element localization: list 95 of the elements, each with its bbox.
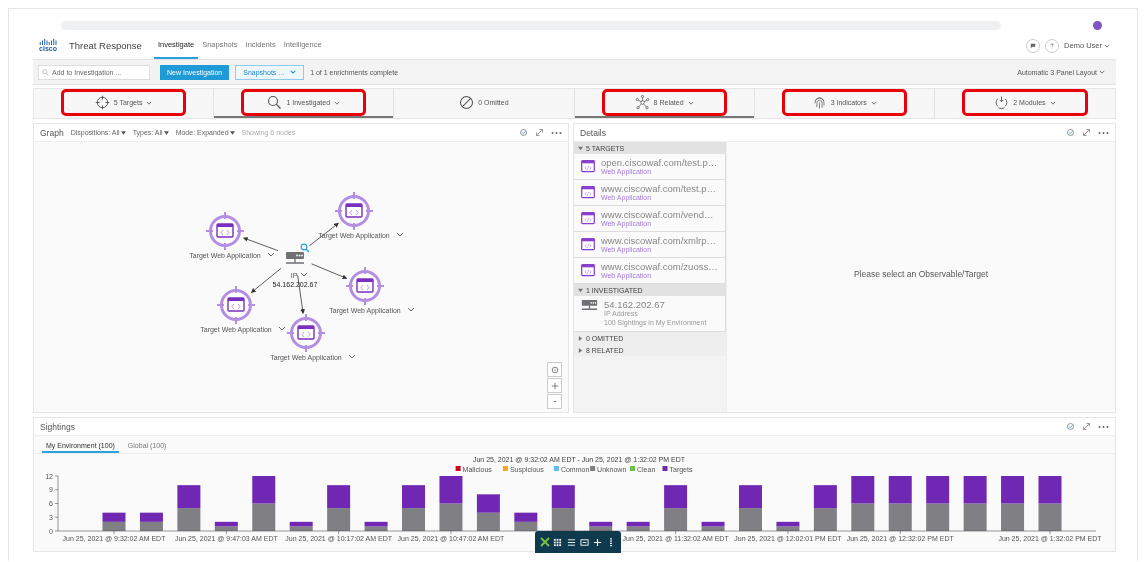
chart-bar — [1038, 476, 1062, 504]
avatar-icon[interactable] — [1093, 21, 1102, 30]
chevron-icon[interactable] — [407, 307, 415, 312]
prohibited-icon — [459, 95, 475, 110]
more-icon[interactable] — [1098, 424, 1109, 429]
target-icon[interactable] — [345, 266, 385, 306]
chart-bar — [1001, 503, 1025, 531]
search-icon[interactable] — [300, 243, 310, 253]
target-icon[interactable] — [286, 313, 326, 353]
chart-bar — [739, 485, 762, 509]
x-logo-icon[interactable] — [539, 536, 551, 548]
server-icon — [581, 299, 598, 311]
chart-bar — [327, 508, 351, 531]
item-title: www.ciscowaf.com/vend… — [601, 209, 714, 220]
chart-bar — [177, 508, 201, 531]
more-icon[interactable] — [1098, 130, 1109, 135]
chart-bar — [139, 512, 163, 522]
expand-icon[interactable] — [1082, 422, 1091, 431]
item-title: 54.162.202.67 — [604, 299, 666, 310]
chevron-icon[interactable] — [300, 272, 308, 277]
fingerprint-icon — [811, 95, 827, 110]
plus-icon[interactable] — [592, 536, 604, 548]
chart-bar — [664, 485, 688, 509]
chart-bar — [813, 508, 837, 531]
chevron-icon[interactable] — [348, 354, 356, 359]
item-title: www.ciscowaf.com/zuoss… — [601, 261, 718, 272]
circle-dot-icon — [550, 365, 559, 374]
web-application-icon — [581, 264, 595, 277]
target-icon[interactable] — [216, 285, 256, 325]
chart-bar — [664, 508, 688, 531]
chart-bar — [926, 503, 950, 531]
target-icon[interactable] — [205, 211, 245, 251]
chart-bar — [177, 485, 201, 509]
grid-icon[interactable] — [552, 536, 564, 548]
search-icon — [42, 68, 49, 76]
empty-message: Please select an Observable/Target — [853, 269, 989, 279]
caret-icon — [120, 130, 126, 135]
web-application-icon — [581, 238, 595, 251]
item-title: open.ciscowaf.com/test.p… — [601, 157, 718, 168]
chart-bar — [888, 503, 912, 531]
chart-bar — [402, 508, 425, 531]
chevron-icon[interactable] — [267, 252, 275, 257]
chart-bar — [327, 485, 351, 509]
search-icon — [267, 95, 283, 110]
panel-title: Details — [580, 127, 606, 138]
chart-bar — [551, 508, 575, 531]
web-application-icon — [581, 212, 595, 225]
item-title: www.ciscowaf.com/test.p… — [601, 183, 717, 194]
more-icon[interactable] — [551, 130, 562, 135]
chevron-icon[interactable] — [396, 232, 404, 237]
chevron-icon — [1104, 43, 1110, 48]
web-application-icon — [581, 160, 595, 173]
expand-icon[interactable] — [1082, 128, 1091, 137]
chart-bar — [252, 503, 276, 531]
app-title: Threat Response — [69, 40, 142, 51]
target-icon[interactable] — [334, 191, 374, 231]
network-hub-icon — [634, 95, 650, 110]
chart-bar — [851, 503, 875, 531]
chart-bar — [102, 512, 126, 522]
panel-title: Sightings — [40, 421, 75, 432]
crosshair-icon — [94, 95, 110, 110]
chart-bar — [888, 476, 912, 504]
chevron-icon — [1099, 70, 1105, 74]
recenter-button[interactable] — [547, 362, 562, 377]
chart-bar — [963, 476, 987, 504]
chart-bar — [1038, 503, 1062, 531]
expand-icon[interactable] — [535, 128, 544, 137]
caret-icon — [229, 130, 235, 135]
chart-bar — [514, 512, 538, 522]
chart-bar — [402, 485, 425, 509]
caret-icon — [163, 130, 169, 135]
chart-bar — [439, 503, 463, 531]
screen-icon[interactable] — [579, 536, 591, 548]
logo-icon — [39, 39, 57, 45]
chart-bar — [963, 503, 987, 531]
server-icon[interactable] — [285, 252, 305, 264]
menu-icon[interactable] — [565, 536, 577, 548]
chart-bar — [739, 508, 762, 531]
plus-icon — [550, 381, 559, 390]
modules-icon — [994, 95, 1010, 110]
chart-bar — [476, 494, 500, 513]
chevron-icon — [290, 70, 297, 74]
chart-bar — [926, 476, 950, 504]
y-axis — [54, 475, 59, 532]
chart-bar — [1001, 476, 1025, 504]
chart-bar — [252, 476, 276, 504]
item-title: www.ciscowaf.com/xmlrp… — [601, 235, 717, 246]
chart-bar — [551, 485, 575, 509]
chart-bar — [813, 485, 837, 509]
chart-bar — [439, 476, 463, 504]
chart-bar — [851, 476, 875, 504]
web-application-icon — [581, 186, 595, 199]
panel-title: Graph — [40, 127, 64, 138]
chevron-icon[interactable] — [278, 326, 286, 331]
chat-icon[interactable] — [1026, 38, 1041, 53]
